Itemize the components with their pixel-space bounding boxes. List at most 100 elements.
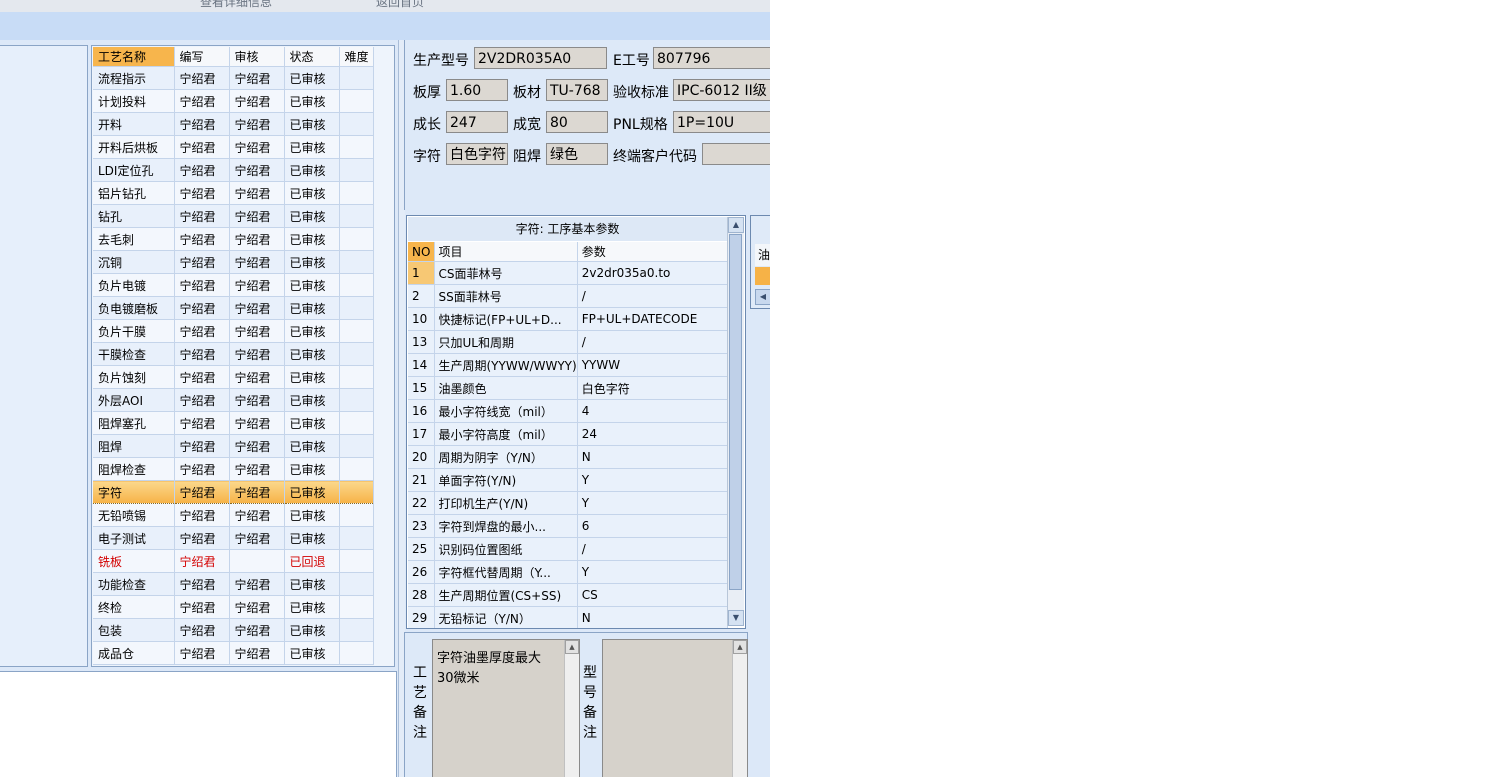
cell-difficulty[interactable] <box>339 595 374 619</box>
cell-name[interactable]: 电子测试 <box>93 526 175 550</box>
table-row[interactable]: 外层AOI 宁绍君 宁绍君 已审核 <box>93 388 374 412</box>
table-row[interactable]: 13 只加UL和周期 / <box>408 330 728 354</box>
param-cell-value[interactable]: 白色字符 <box>577 376 728 400</box>
table-row[interactable]: 终检 宁绍君 宁绍君 已审核 <box>93 595 374 619</box>
cell-writer[interactable]: 宁绍君 <box>174 365 230 389</box>
table-row[interactable]: 负片电镀 宁绍君 宁绍君 已审核 <box>93 273 374 297</box>
table-row[interactable]: 10 快捷标记(FP+UL+D... FP+UL+DATECODE <box>408 307 728 331</box>
params-scrollbar[interactable]: ▲ ▼ <box>727 217 744 626</box>
table-row[interactable]: 铝片钻孔 宁绍君 宁绍君 已审核 <box>93 181 374 205</box>
table-row[interactable]: 28 生产周期位置(CS+SS) CS <box>408 583 728 607</box>
cell-status[interactable]: 已审核 <box>284 503 340 527</box>
cell-status[interactable]: 已审核 <box>284 342 340 366</box>
cell-difficulty[interactable] <box>339 250 374 274</box>
cell-writer[interactable]: 宁绍君 <box>174 641 230 665</box>
col-header-item[interactable]: 项目 <box>434 242 578 262</box>
table-row[interactable]: 阻焊 宁绍君 宁绍君 已审核 <box>93 434 374 458</box>
cell-status[interactable]: 已审核 <box>284 273 340 297</box>
cell-status[interactable]: 已审核 <box>284 112 340 136</box>
cell-difficulty[interactable] <box>339 181 374 205</box>
cell-difficulty[interactable] <box>339 227 374 251</box>
cell-status[interactable]: 已审核 <box>284 296 340 320</box>
cell-reviewer[interactable]: 宁绍君 <box>229 135 285 159</box>
param-cell-value[interactable]: Y <box>577 560 728 584</box>
cell-difficulty[interactable] <box>339 342 374 366</box>
table-row[interactable]: 29 无铅标记（Y/N） N <box>408 606 728 628</box>
param-cell-value[interactable]: Y <box>577 491 728 515</box>
scroll-up-icon[interactable]: ▲ <box>733 640 747 654</box>
cell-status[interactable]: 已审核 <box>284 89 340 113</box>
table-row[interactable]: 15 油墨颜色 白色字符 <box>408 376 728 400</box>
param-cell-no[interactable]: 26 <box>408 560 435 584</box>
cell-writer[interactable]: 宁绍君 <box>174 135 230 159</box>
table-row[interactable]: 1 CS面菲林号 2v2dr035a0.to <box>408 261 728 285</box>
cell-status[interactable]: 已审核 <box>284 365 340 389</box>
cell-difficulty[interactable] <box>339 158 374 182</box>
cell-name[interactable]: 开料 <box>93 112 175 136</box>
cell-reviewer[interactable]: 宁绍君 <box>229 66 285 90</box>
cell-name[interactable]: 终检 <box>93 595 175 619</box>
cell-reviewer[interactable]: 宁绍君 <box>229 204 285 228</box>
param-cell-no[interactable]: 23 <box>408 514 435 538</box>
table-row[interactable]: 17 最小字符高度（mil） 24 <box>408 422 728 446</box>
cell-difficulty[interactable] <box>339 526 374 550</box>
scroll-left-icon[interactable]: ◀ <box>755 289 770 305</box>
param-cell-value[interactable]: / <box>577 537 728 561</box>
eno-field[interactable]: 807796 <box>653 47 770 69</box>
cell-reviewer[interactable]: 宁绍君 <box>229 296 285 320</box>
cell-reviewer[interactable]: 宁绍君 <box>229 319 285 343</box>
cell-writer[interactable]: 宁绍君 <box>174 549 230 573</box>
cell-status[interactable]: 已审核 <box>284 526 340 550</box>
cell-name[interactable]: 阻焊塞孔 <box>93 411 175 435</box>
param-cell-item[interactable]: 只加UL和周期 <box>434 330 578 354</box>
cell-reviewer[interactable]: 宁绍君 <box>229 365 285 389</box>
cell-name[interactable]: 计划投料 <box>93 89 175 113</box>
cell-writer[interactable]: 宁绍君 <box>174 342 230 366</box>
cell-writer[interactable]: 宁绍君 <box>174 181 230 205</box>
param-cell-no[interactable]: 16 <box>408 399 435 423</box>
cell-status[interactable]: 已审核 <box>284 411 340 435</box>
table-row[interactable]: 26 字符框代替周期（Y... Y <box>408 560 728 584</box>
cell-name[interactable]: 去毛刺 <box>93 227 175 251</box>
cell-difficulty[interactable] <box>339 503 374 527</box>
param-cell-value[interactable]: 4 <box>577 399 728 423</box>
cell-name[interactable]: 无铅喷锡 <box>93 503 175 527</box>
param-cell-no[interactable]: 10 <box>408 307 435 331</box>
table-row[interactable]: 开料 宁绍君 宁绍君 已审核 <box>93 112 374 136</box>
param-cell-value[interactable]: / <box>577 284 728 308</box>
toolbar-item-details[interactable]: 查看详细信息 <box>200 0 272 10</box>
legend-field[interactable]: 白色字符 <box>446 143 508 165</box>
cell-name[interactable]: 功能检查 <box>93 572 175 596</box>
param-cell-no[interactable]: 25 <box>408 537 435 561</box>
cell-name[interactable]: LDI定位孔 <box>93 158 175 182</box>
param-cell-value[interactable]: FP+UL+DATECODE <box>577 307 728 331</box>
scroll-down-icon[interactable]: ▼ <box>728 610 744 626</box>
cell-writer[interactable]: 宁绍君 <box>174 112 230 136</box>
param-cell-item[interactable]: 最小字符线宽（mil） <box>434 399 578 423</box>
param-cell-value[interactable]: CS <box>577 583 728 607</box>
table-row[interactable]: 功能检查 宁绍君 宁绍君 已审核 <box>93 572 374 596</box>
cell-status[interactable]: 已审核 <box>284 480 340 504</box>
cell-difficulty[interactable] <box>339 365 374 389</box>
cell-difficulty[interactable] <box>339 89 374 113</box>
table-row[interactable]: 电子测试 宁绍君 宁绍君 已审核 <box>93 526 374 550</box>
table-row[interactable]: 字符 宁绍君 宁绍君 已审核 <box>93 480 374 504</box>
param-cell-value[interactable]: 6 <box>577 514 728 538</box>
cell-reviewer[interactable]: 宁绍君 <box>229 388 285 412</box>
col-header-no[interactable]: NO <box>408 242 435 262</box>
table-row[interactable]: 沉铜 宁绍君 宁绍君 已审核 <box>93 250 374 274</box>
param-cell-value[interactable]: N <box>577 445 728 469</box>
cell-writer[interactable]: 宁绍君 <box>174 158 230 182</box>
cell-writer[interactable]: 宁绍君 <box>174 319 230 343</box>
cell-writer[interactable]: 宁绍君 <box>174 595 230 619</box>
table-row[interactable]: 20 周期为阴字（Y/N） N <box>408 445 728 469</box>
cell-writer[interactable]: 宁绍君 <box>174 388 230 412</box>
cell-status[interactable]: 已审核 <box>284 135 340 159</box>
param-cell-value[interactable]: N <box>577 606 728 628</box>
table-row[interactable]: 22 打印机生产(Y/N) Y <box>408 491 728 515</box>
param-cell-item[interactable]: 快捷标记(FP+UL+D... <box>434 307 578 331</box>
table-row[interactable]: 负片干膜 宁绍君 宁绍君 已审核 <box>93 319 374 343</box>
scroll-up-icon[interactable]: ▲ <box>565 640 579 654</box>
param-cell-value[interactable]: YYWW <box>577 353 728 377</box>
cell-difficulty[interactable] <box>339 273 374 297</box>
